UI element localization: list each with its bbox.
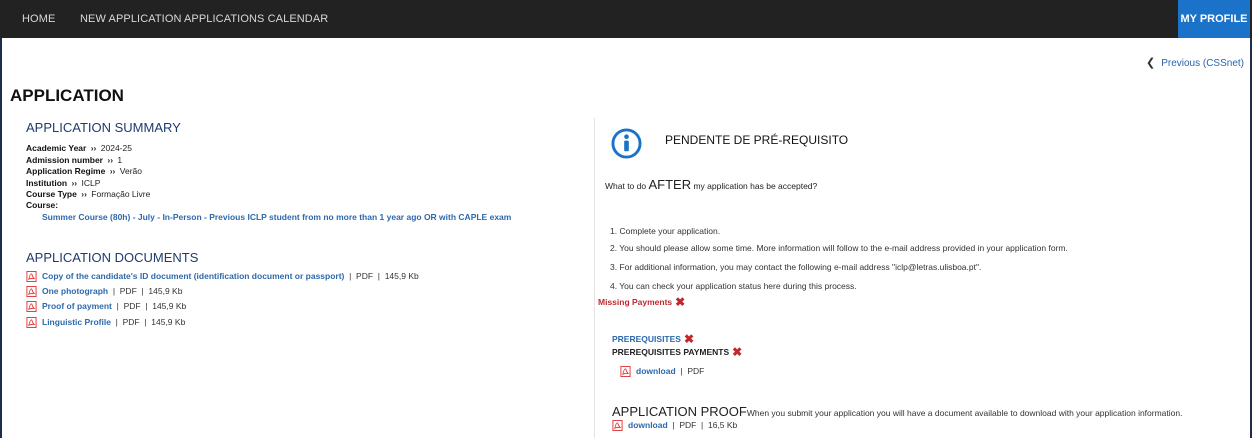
proof-download-link[interactable]: download bbox=[628, 420, 668, 430]
step-item: 2. You should please allow some time. Mo… bbox=[610, 243, 1068, 253]
document-row: Linguistic Profile | PDF | 145,9 Kb bbox=[26, 317, 185, 329]
pdf-icon bbox=[26, 317, 37, 329]
pdf-icon bbox=[26, 271, 37, 283]
info-icon bbox=[611, 128, 642, 159]
cross-icon: ✖ bbox=[683, 332, 695, 346]
pdf-icon bbox=[620, 366, 631, 378]
document-link[interactable]: Proof of payment bbox=[42, 301, 112, 311]
prereq-download-link[interactable]: download bbox=[636, 366, 676, 376]
summary-institution: Institution ›› ICLP bbox=[26, 178, 101, 188]
prerequisites-payments: PREREQUISITES PAYMENTS ✖ bbox=[612, 345, 743, 359]
proof-download-row: download | PDF | 16,5 Kb bbox=[612, 420, 737, 432]
step-item: 4. You can check your application status… bbox=[610, 281, 857, 291]
nav-my-profile[interactable]: MY PROFILE bbox=[1178, 0, 1250, 38]
status-title: PENDENTE DE PRÉ-REQUISITO bbox=[665, 133, 849, 147]
summary-title: APPLICATION SUMMARY bbox=[26, 120, 181, 135]
summary-academic-year: Academic Year ›› 2024-25 bbox=[26, 143, 132, 153]
previous-link-label: Previous (CSSnet) bbox=[1161, 58, 1244, 69]
page-title: APPLICATION bbox=[10, 86, 124, 105]
document-row: One photograph | PDF | 145,9 Kb bbox=[26, 286, 182, 298]
nav-applications-calendar[interactable]: APPLICATIONS CALENDAR bbox=[184, 0, 328, 38]
documents-title: APPLICATION DOCUMENTS bbox=[26, 250, 199, 265]
nav-home[interactable]: HOME bbox=[22, 0, 55, 38]
top-navbar: HOME NEW APPLICATION APPLICATIONS CALEND… bbox=[0, 0, 1252, 38]
document-link[interactable]: One photograph bbox=[42, 286, 108, 296]
application-proof: APPLICATION PROOFWhen you submit your ap… bbox=[612, 404, 1183, 419]
prerequisites-link[interactable]: PREREQUISITES ✖ bbox=[612, 332, 694, 346]
missing-payments: Missing Payments ✖ bbox=[598, 295, 686, 309]
pdf-icon bbox=[612, 420, 623, 432]
step-item: 3. For additional information, you may c… bbox=[610, 262, 982, 272]
previous-link[interactable]: ❮ Previous (CSSnet) bbox=[1146, 56, 1244, 69]
summary-course-label: Course: bbox=[26, 200, 59, 210]
summary-application-regime: Application Regime ›› Verão bbox=[26, 166, 142, 176]
after-question: What to do AFTER my application has be a… bbox=[605, 177, 818, 192]
document-row: Copy of the candidate's ID document (ide… bbox=[26, 271, 419, 283]
pdf-icon bbox=[26, 286, 37, 298]
prereq-download-row: download | PDF bbox=[620, 366, 704, 378]
chevron-left-icon: ❮ bbox=[1145, 57, 1156, 69]
summary-admission-number: Admission number ›› 1 bbox=[26, 155, 123, 165]
cross-icon: ✖ bbox=[675, 295, 686, 309]
document-row: Proof of payment | PDF | 145,9 Kb bbox=[26, 301, 186, 313]
step-item: 1. Complete your application. bbox=[610, 226, 721, 236]
pdf-icon bbox=[26, 301, 37, 313]
column-divider bbox=[594, 118, 595, 438]
document-link[interactable]: Linguistic Profile bbox=[42, 317, 111, 327]
document-link[interactable]: Copy of the candidate's ID document (ide… bbox=[42, 271, 344, 281]
cross-icon: ✖ bbox=[732, 345, 743, 359]
summary-course-type: Course Type ›› Formação Livre bbox=[26, 189, 151, 199]
window-frame-left bbox=[0, 0, 2, 438]
nav-new-application[interactable]: NEW APPLICATION bbox=[80, 0, 182, 38]
summary-course-value: Summer Course (80h) - July - In-Person -… bbox=[42, 212, 512, 222]
